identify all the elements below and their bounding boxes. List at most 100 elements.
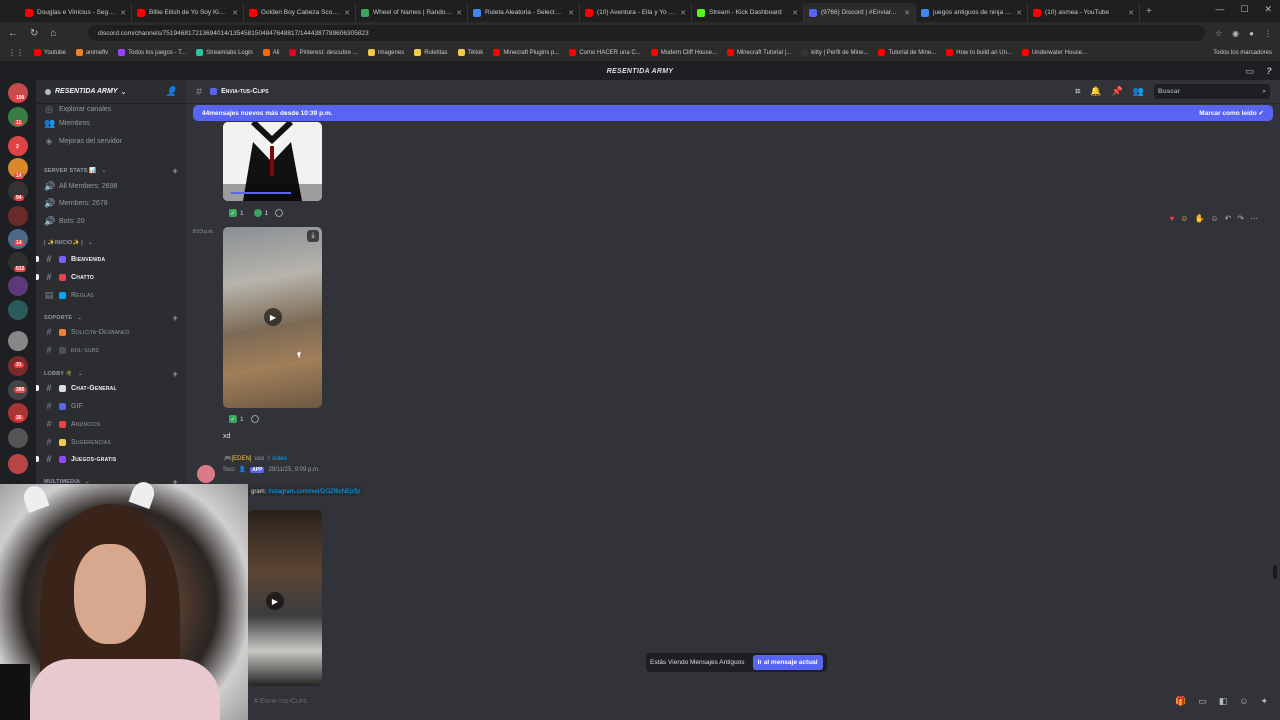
- browser-tab[interactable]: Billie Eilish de Yo Soy Kids ro... ✕: [132, 3, 244, 22]
- reply-icon[interactable]: ↶: [1225, 214, 1232, 223]
- bookmark-item[interactable]: Ruletitas: [414, 49, 448, 56]
- channel-anuncios[interactable]: # Anuncios: [44, 419, 178, 429]
- gif-icon[interactable]: ▭: [1198, 696, 1207, 707]
- channel-rol-subs[interactable]: # rol-subs: [44, 345, 178, 355]
- invite-icon[interactable]: 👤: [166, 86, 177, 97]
- tab-close-icon[interactable]: ✕: [568, 9, 574, 17]
- bookmark-item[interactable]: Youtube: [34, 49, 66, 56]
- jump-to-present-button[interactable]: Ir al mensaje actual: [752, 655, 823, 670]
- tab-close-icon[interactable]: ✕: [232, 9, 238, 17]
- add-channel-icon[interactable]: +: [173, 166, 178, 176]
- new-messages-bar[interactable]: 44mensajes nuevos más desde 10:39 p.m. M…: [193, 105, 1273, 121]
- help-icon[interactable]: ?: [1266, 66, 1272, 77]
- bookmark-item[interactable]: Streamlabs Login: [196, 49, 253, 56]
- channel-sugerencias[interactable]: # Sugerencias: [44, 437, 178, 447]
- category-server-stats[interactable]: SERVER STATS 📊 ⌄ +: [44, 166, 178, 176]
- add-reaction-icon[interactable]: ☺: [1210, 214, 1218, 223]
- bookmark-item[interactable]: How to build an Un...: [946, 49, 1012, 56]
- reply-command[interactable]: !! vídeo: [267, 456, 287, 462]
- bookmark-item[interactable]: Tutorial de Mine...: [878, 49, 936, 56]
- browser-tab[interactable]: Stream - Kick Dashboard ✕: [692, 3, 804, 22]
- all-bookmarks[interactable]: Todos los marcadores: [1213, 50, 1272, 56]
- category-soporte[interactable]: SOPORTE ⌄ +: [44, 313, 178, 323]
- channel-juegos-gratis[interactable]: # Juegos-gratis: [36, 454, 178, 464]
- new-tab-button[interactable]: +: [1146, 6, 1152, 17]
- channel-reglas[interactable]: ▤ Reglas: [44, 290, 178, 301]
- image-attachment[interactable]: [223, 122, 322, 201]
- avatar[interactable]: [197, 465, 215, 483]
- tab-close-icon[interactable]: ✕: [120, 9, 126, 17]
- video-attachment[interactable]: ▶ ⤓: [223, 227, 322, 408]
- server-header[interactable]: RESENTIDA ARMY ⌄ 👤: [36, 80, 186, 104]
- tab-close-icon[interactable]: ✕: [680, 9, 686, 17]
- browser-tab[interactable]: juegos antiguos de ninja - Bús... ✕: [916, 3, 1028, 22]
- mark-read-button[interactable]: Marcar como leído ✔: [1199, 109, 1264, 117]
- url-field[interactable]: discord.com/channels/751946817213694014/…: [88, 25, 1205, 41]
- emoji-react-icon[interactable]: ☺: [1180, 214, 1188, 223]
- bookmark-item[interactable]: Imagenes: [367, 49, 404, 56]
- star-icon[interactable]: ☆: [1215, 29, 1222, 38]
- video-attachment[interactable]: ▶: [248, 510, 322, 686]
- bookmark-item[interactable]: Minecraft Tutorial |...: [726, 49, 791, 56]
- category-lobby[interactable]: LOBBY 🌴 ⌄ +: [44, 369, 178, 379]
- sidebar-item-explore[interactable]: ◎ Explorar canales: [44, 104, 178, 115]
- forward-icon[interactable]: ↷: [1237, 214, 1244, 223]
- bookmark-item[interactable]: Como HACER una C...: [569, 49, 641, 56]
- threads-icon[interactable]: ⌗: [1075, 86, 1080, 97]
- search-input[interactable]: Buscar ⌕: [1154, 84, 1270, 99]
- channel-solicita-desbaneo[interactable]: # Solicita-Desbaneo: [44, 327, 178, 337]
- message-input[interactable]: # Envia-tus-Clips: [248, 692, 1280, 710]
- browser-tab[interactable]: Wheel of Names | Random na... ✕: [356, 3, 468, 22]
- add-reaction-icon[interactable]: [275, 209, 284, 217]
- tab-close-icon[interactable]: ✕: [1128, 9, 1134, 17]
- extension-icon[interactable]: ◉: [1232, 29, 1239, 38]
- bookmark-item[interactable]: Tiktok: [457, 49, 483, 56]
- bookmark-item[interactable]: Modern Cliff House...: [650, 49, 717, 56]
- close-icon[interactable]: ✕: [1264, 4, 1272, 15]
- browser-tab[interactable]: (10) asmea - YouTube ✕: [1028, 3, 1140, 22]
- minimize-icon[interactable]: —: [1215, 4, 1224, 15]
- browser-tab[interactable]: Douglas e Vinícius - Segundo... ✕: [20, 3, 132, 22]
- add-channel-icon[interactable]: +: [173, 313, 178, 323]
- reply-user[interactable]: 🎮[EDEN]: [224, 455, 251, 462]
- browser-tab[interactable]: (10) Aventura - Ella y Yo (ft. D...✕: [580, 3, 692, 22]
- more-icon[interactable]: ⋯: [1250, 214, 1258, 223]
- add-reaction-icon[interactable]: [250, 415, 259, 423]
- hand-react-icon[interactable]: ✋: [1194, 214, 1204, 223]
- author-name[interactable]: Soci: [223, 467, 235, 473]
- profile-icon[interactable]: ●: [1249, 29, 1254, 38]
- server-icon[interactable]: [8, 454, 28, 474]
- reaction-check[interactable]: ✓ 1: [226, 208, 247, 218]
- category-inicio[interactable]: | ✨INICIO✨ | ⌄: [44, 240, 178, 246]
- play-icon[interactable]: ▶: [264, 308, 282, 326]
- bookmark-item[interactable]: Underwater House...: [1021, 49, 1087, 56]
- reaction-check[interactable]: ✓ 1: [226, 414, 247, 424]
- apps-icon[interactable]: ✦: [1260, 696, 1268, 707]
- channel-gif[interactable]: # GIF: [44, 401, 178, 411]
- browser-tab[interactable]: Ruleta Aleatoria - Selector R... ✕: [468, 3, 580, 22]
- bookmark-item[interactable]: animeflv: [75, 49, 108, 56]
- browser-tab[interactable]: (9766) Discord | #Enviar... ✕: [804, 3, 916, 22]
- server-icon[interactable]: [8, 428, 28, 448]
- browser-tab[interactable]: Golden Boy Cabeza Scott Hib... ✕: [244, 3, 356, 22]
- server-icon[interactable]: [8, 300, 28, 320]
- sticker-icon[interactable]: ◧: [1219, 696, 1228, 707]
- channel-chatto[interactable]: # Chatto: [36, 272, 178, 282]
- home-icon[interactable]: ⌂: [50, 28, 56, 39]
- stat-all-members[interactable]: 🔊 All Members: 2698: [44, 181, 178, 192]
- bookmark-item[interactable]: Minecraft Plugins p...: [493, 49, 559, 56]
- heart-react-icon[interactable]: ♥: [1170, 214, 1175, 223]
- download-icon[interactable]: ⤓: [307, 230, 319, 242]
- gift-icon[interactable]: 🎁: [1175, 696, 1186, 707]
- pin-icon[interactable]: 📌: [1112, 86, 1123, 97]
- menu-icon[interactable]: ⋮: [1264, 29, 1272, 38]
- stat-bots[interactable]: 🔊 Bots: 20: [44, 216, 178, 227]
- play-icon[interactable]: ▶: [266, 592, 284, 610]
- channel-chat-general[interactable]: # Chat-General: [36, 383, 178, 393]
- instagram-link[interactable]: instagram.com/reel/DOZf6cNEpSj/: [268, 489, 360, 495]
- inbox-icon[interactable]: ▭: [1245, 66, 1254, 77]
- server-icon[interactable]: [8, 206, 28, 226]
- bell-icon[interactable]: 🔔: [1090, 86, 1101, 97]
- bookmark-item[interactable]: Todos los juegos - T...: [118, 49, 186, 56]
- scrollbar[interactable]: [1273, 565, 1277, 579]
